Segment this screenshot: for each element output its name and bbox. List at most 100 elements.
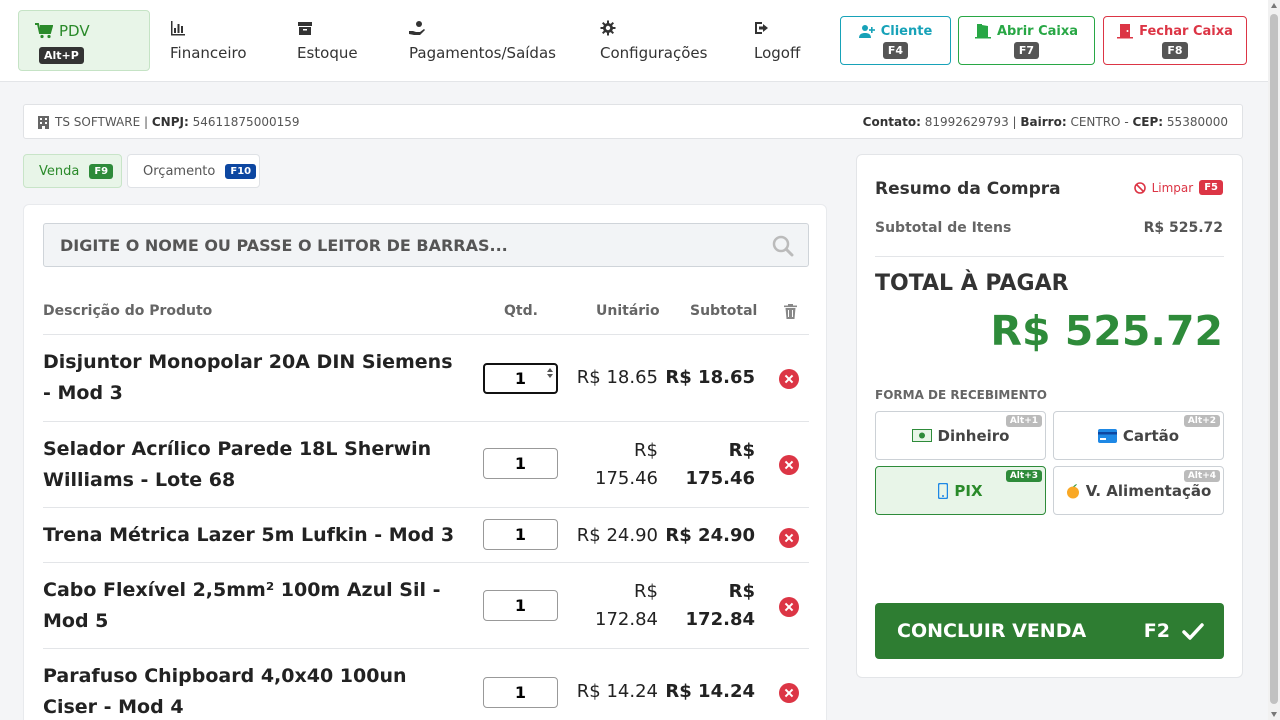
product-description: Parafuso Chipboard 4,0x40 100un Ciser - … [43, 665, 407, 718]
remove-item-button[interactable] [779, 455, 799, 475]
page-scrollbar[interactable] [1268, 0, 1280, 720]
apple-icon [1066, 483, 1079, 498]
ban-icon [1133, 181, 1146, 194]
quantity-input[interactable] [483, 677, 558, 708]
row-subtotal: R$ 175.46 [685, 440, 755, 489]
nav-configuracoes[interactable]: Configurações [600, 20, 707, 62]
cliente-label: Cliente [880, 23, 933, 39]
payment-method-label: FORMA DE RECEBIMENTO [875, 388, 1048, 402]
nav-pdv-label: PDV [59, 22, 90, 40]
subtotal-value: R$ 525.72 [1143, 220, 1223, 236]
bairro-value: CENTRO [1070, 115, 1121, 129]
payment-pix-button[interactable]: PIX Alt+3 [875, 466, 1046, 515]
table-row: Parafuso Chipboard 4,0x40 100un Ciser - … [43, 649, 809, 720]
quantity-input[interactable] [483, 519, 558, 550]
table-row: Cabo Flexível 2,5mm² 100m Azul Sil - Mod… [43, 563, 809, 649]
clear-button[interactable]: Limpar F5 [1133, 180, 1223, 195]
trash-icon[interactable] [784, 304, 797, 319]
nav-configuracoes-label: Configurações [600, 44, 708, 62]
row-subtotal: R$ 24.90 [665, 525, 755, 546]
building-icon [38, 115, 49, 129]
credit-card-icon [1097, 428, 1117, 443]
quantity-input[interactable] [483, 448, 558, 479]
company-info-bar: TS SOFTWARE | CNPJ: 54611875000159 Conta… [23, 104, 1243, 139]
payment-alimentacao-label: V. Alimentação [1085, 481, 1212, 500]
clear-label: Limpar [1151, 180, 1194, 195]
confirm-sale-button[interactable]: CONCLUIR VENDA F2 [875, 603, 1224, 659]
row-subtotal: R$ 172.84 [685, 581, 755, 630]
door-open-icon [974, 24, 991, 39]
search-box [43, 223, 809, 267]
nav-financeiro[interactable]: Financeiro [170, 20, 247, 62]
abrir-caixa-shortcut: F7 [1013, 42, 1040, 59]
scroll-up-arrow[interactable] [1271, 3, 1277, 8]
product-description: Selador Acrílico Parede 18L Sherwin Will… [43, 438, 432, 491]
contato-value: 81992629793 [924, 115, 1009, 129]
gear-icon [600, 20, 616, 36]
table-row: Disjuntor Monopolar 20A DIN Siemens - Mo… [43, 335, 809, 422]
door-closed-icon [1117, 24, 1134, 39]
nav-pagamentos-label: Pagamentos/Saídas [409, 44, 556, 62]
remove-item-button[interactable] [779, 528, 799, 548]
fechar-caixa-button[interactable]: Fechar Caixa F8 [1103, 16, 1247, 65]
quantity-spinner[interactable] [545, 366, 555, 388]
table-row: Trena Métrica Lazer 5m Lufkin - Mod 3 R$… [43, 508, 809, 563]
nav-pdv[interactable]: PDV Alt+P [18, 10, 150, 71]
nav-financeiro-label: Financeiro [170, 44, 247, 62]
nav-pagamentos[interactable]: Pagamentos/Saídas [409, 20, 556, 62]
header-description: Descrição do Produto [43, 303, 213, 319]
check-icon [1182, 622, 1204, 640]
quantity-input[interactable] [483, 590, 558, 621]
tab-venda-shortcut: F9 [89, 163, 114, 179]
tab-orcamento-shortcut: F10 [225, 163, 257, 179]
tab-venda-label: Venda [39, 163, 80, 179]
payment-pix-label: PIX [954, 481, 983, 500]
contato-label: Contato: [862, 115, 921, 129]
payment-cartao-label: Cartão [1122, 426, 1180, 445]
scroll-down-arrow[interactable] [1271, 712, 1277, 717]
cnpj-label: CNPJ: [151, 115, 189, 129]
payment-dinheiro-shortcut: Alt+1 [1005, 415, 1042, 427]
cart-icon [35, 23, 53, 39]
clear-shortcut: F5 [1199, 180, 1223, 195]
search-input[interactable] [44, 224, 808, 266]
abrir-caixa-label: Abrir Caixa [996, 23, 1079, 39]
table-row: Selador Acrílico Parede 18L Sherwin Will… [43, 422, 809, 508]
remove-item-button[interactable] [779, 597, 799, 617]
remove-item-button[interactable] [779, 683, 799, 703]
tab-orcamento-label: Orçamento [143, 163, 216, 179]
nav-logoff-label: Logoff [754, 44, 801, 62]
nav-estoque[interactable]: Estoque [297, 20, 358, 62]
box-icon [298, 22, 312, 35]
payment-dinheiro-label: Dinheiro [937, 426, 1010, 445]
user-plus-icon [858, 25, 875, 38]
product-description: Disjuntor Monopolar 20A DIN Siemens - Mo… [43, 351, 453, 404]
abrir-caixa-button[interactable]: Abrir Caixa F7 [958, 16, 1095, 65]
payment-cartao-button[interactable]: Cartão Alt+2 [1053, 411, 1224, 460]
cash-icon [911, 429, 932, 442]
unit-price: R$ 18.65 [576, 367, 658, 388]
unit-price: R$ 172.84 [595, 581, 658, 630]
tab-orcamento[interactable]: Orçamento F10 [127, 154, 260, 188]
bar-chart-icon [171, 21, 185, 36]
cliente-button[interactable]: Cliente F4 [840, 16, 951, 65]
tab-venda[interactable]: Venda F9 [23, 154, 122, 188]
subtotal-label: Subtotal de Itens [875, 220, 1012, 236]
nav-estoque-label: Estoque [297, 44, 358, 62]
product-description: Cabo Flexível 2,5mm² 100m Azul Sil - Mod… [43, 579, 441, 632]
scroll-thumb[interactable] [1270, 14, 1278, 704]
payment-pix-shortcut: Alt+3 [1005, 470, 1042, 482]
nav-logoff[interactable]: Logoff [754, 20, 800, 62]
summary-title: Resumo da Compra [875, 179, 1061, 199]
company-name: TS SOFTWARE [55, 115, 141, 129]
fechar-caixa-label: Fechar Caixa [1139, 23, 1233, 39]
unit-price: R$ 24.90 [576, 525, 658, 546]
product-description: Trena Métrica Lazer 5m Lufkin - Mod 3 [43, 524, 455, 546]
products-panel: Descrição do Produto Qtd. Unitário Subto… [23, 204, 827, 720]
payment-dinheiro-button[interactable]: Dinheiro Alt+1 [875, 411, 1046, 460]
purchase-summary-panel: Resumo da Compra Limpar F5 Subtotal de I… [856, 154, 1243, 678]
remove-item-button[interactable] [779, 369, 799, 389]
cep-value: 55380000 [1166, 115, 1228, 129]
search-icon[interactable] [772, 235, 794, 257]
payment-alimentacao-button[interactable]: V. Alimentação Alt+4 [1053, 466, 1224, 515]
